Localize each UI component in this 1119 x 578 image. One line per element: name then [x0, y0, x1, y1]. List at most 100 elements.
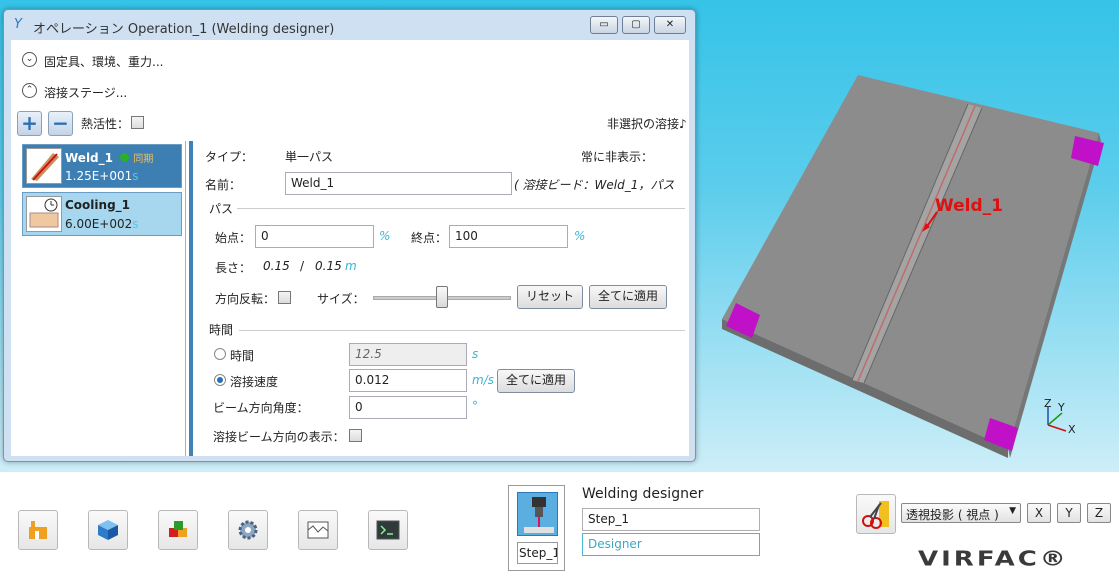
end-input[interactable]: 100: [449, 225, 568, 248]
window-titlebar[interactable]: Y オペレーション Operation_1 (Welding designer)…: [4, 10, 695, 40]
weld-name-input[interactable]: Weld_1: [285, 172, 512, 195]
view-z-button[interactable]: Z: [1087, 503, 1111, 523]
time-divider: [239, 330, 685, 331]
start-input[interactable]: 0: [255, 225, 374, 248]
operation-window: Y オペレーション Operation_1 (Welding designer)…: [3, 9, 696, 462]
collapse-weld-stage-icon[interactable]: ⌃: [22, 83, 37, 98]
reset-button[interactable]: リセット: [517, 285, 583, 309]
time-input[interactable]: 12.5: [349, 343, 467, 366]
size-slider-thumb[interactable]: [436, 286, 448, 308]
minimize-button[interactable]: ▭: [590, 16, 618, 34]
chevron-down-icon: ▼: [1009, 506, 1016, 516]
cooling-icon: [26, 196, 62, 232]
window-client: ⌄ 固定具、環境、重力... ⌃ 溶接ステージ... + − 熱活性： 非選択の…: [11, 40, 689, 456]
projection-select[interactable]: 透視投影 ( 視点 ) ▼: [901, 503, 1021, 523]
type-value: 単一パス: [285, 150, 334, 164]
factory-button[interactable]: [18, 510, 58, 550]
projection-value: 透視投影 ( 視点 ): [906, 508, 999, 522]
length-total: 0.15: [315, 259, 342, 273]
designer-title: Welding designer: [582, 486, 704, 502]
remove-stage-button[interactable]: −: [48, 111, 73, 136]
apply-all-size-button[interactable]: 全てに適用: [589, 285, 667, 309]
speed-input[interactable]: 0.012: [349, 369, 467, 392]
bead-info: ( 溶接ビード：Weld_1，パス: [514, 178, 675, 192]
factory-icon: [29, 521, 47, 539]
weld-bead-icon: [26, 148, 62, 184]
always-hide-label: 常に非表示：: [581, 150, 654, 164]
beam-show-checkbox[interactable]: [349, 429, 362, 442]
type-label: タイプ：: [205, 150, 254, 164]
welding-torch-icon: [517, 492, 558, 536]
length-unit: m: [345, 259, 357, 273]
thermal-label: 熱活性：: [81, 117, 130, 131]
window-title: オペレーション Operation_1 (Welding designer): [33, 22, 335, 37]
beam-angle-input[interactable]: 0: [349, 396, 467, 419]
beam-angle-unit: °: [472, 399, 478, 413]
step-name-field[interactable]: Step_1: [582, 508, 760, 531]
length-separator: /: [300, 259, 305, 273]
view-y-button[interactable]: Y: [1057, 503, 1081, 523]
app-icon: Y: [14, 17, 22, 32]
start-unit: %: [379, 229, 391, 243]
pass-divider: [237, 208, 685, 209]
restore-button[interactable]: ▢: [622, 16, 650, 34]
view-x-button[interactable]: X: [1027, 503, 1051, 523]
fixtures-section[interactable]: 固定具、環境、重力...: [44, 53, 163, 70]
speed-label: 溶接速度: [230, 375, 279, 389]
list-item-weld[interactable]: Weld_1 同期 1.25E+001s: [22, 144, 182, 188]
sync-badge: 同期: [133, 154, 154, 165]
cut-button[interactable]: [856, 494, 896, 534]
speed-radio[interactable]: [214, 374, 226, 386]
end-label: 終点：: [411, 231, 448, 245]
step-tile[interactable]: Step_1: [508, 485, 565, 571]
status-dot-icon: [120, 153, 130, 162]
parts-icon: [169, 521, 187, 537]
add-stage-button[interactable]: +: [17, 111, 42, 136]
reverse-label: 方向反転：: [215, 292, 276, 306]
restore-icon: ▢: [631, 19, 641, 30]
list-item-cooling[interactable]: Cooling_1 6.00E+002s: [22, 192, 182, 236]
mesh-icon: [307, 521, 329, 539]
size-label: サイズ：: [317, 292, 365, 306]
start-label: 始点：: [215, 231, 252, 245]
beam-show-label: 溶接ビーム方向の表示：: [213, 430, 345, 444]
weld-stage-section[interactable]: 溶接ステージ...: [44, 84, 127, 101]
unselected-weld-label: 非選択の溶接♪: [607, 117, 687, 131]
cooling-name: Cooling_1: [65, 198, 131, 212]
time-label: 時間: [230, 349, 255, 363]
cooling-value: 6.00E+002s: [65, 217, 139, 231]
close-button[interactable]: ✕: [654, 16, 686, 34]
thermal-checkbox[interactable]: [131, 116, 144, 129]
name-label: 名前：: [205, 178, 242, 192]
axis-z-label: Z: [1044, 397, 1052, 410]
virfac-logo: VIRFAC®: [918, 547, 1069, 571]
close-icon: ✕: [665, 19, 675, 30]
stage-list: Weld_1 同期 1.25E+001s Cooling_1 6.00E+002…: [20, 141, 186, 456]
length-value: 0.15: [263, 259, 290, 273]
cube-button[interactable]: [88, 510, 128, 550]
time-unit: s: [472, 347, 479, 361]
minimize-icon: ▭: [599, 19, 609, 30]
gear-icon: [238, 520, 258, 540]
end-unit: %: [574, 229, 586, 243]
designer-field[interactable]: Designer: [582, 533, 760, 556]
cube-icon: [98, 520, 118, 540]
time-section-title: 時間: [209, 323, 234, 337]
weld-label: Weld_1: [935, 196, 1003, 216]
length-label: 長さ：: [215, 261, 252, 275]
axis-y-label: Y: [1058, 401, 1065, 414]
scissors-icon: [862, 501, 889, 529]
mesh-button[interactable]: [298, 510, 338, 550]
step-name: Step_1: [517, 542, 558, 564]
beam-angle-label: ビーム方向角度：: [213, 401, 309, 415]
parts-button[interactable]: [158, 510, 198, 550]
apply-all-speed-button[interactable]: 全てに適用: [497, 369, 575, 393]
terminal-button[interactable]: [368, 510, 408, 550]
time-radio[interactable]: [214, 348, 226, 360]
reverse-checkbox[interactable]: [278, 291, 291, 304]
terminal-icon: [376, 520, 400, 540]
weld-value: 1.25E+001s: [65, 169, 139, 183]
expand-fixtures-icon[interactable]: ⌄: [22, 52, 37, 67]
axis-x-label: X: [1068, 423, 1076, 436]
settings-button[interactable]: [228, 510, 268, 550]
